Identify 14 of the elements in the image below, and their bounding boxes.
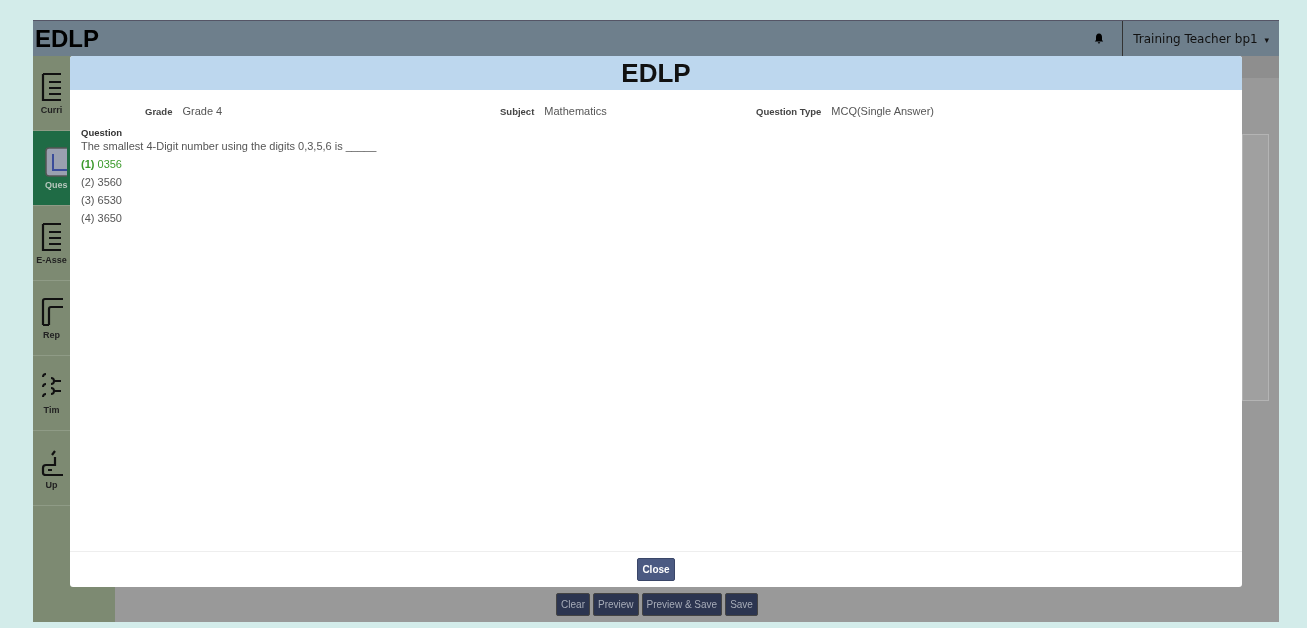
field-label: Subject bbox=[500, 106, 535, 117]
answer-option: (2) 3560 bbox=[81, 176, 1231, 188]
field-value: Mathematics bbox=[544, 105, 607, 117]
field-label: Grade bbox=[145, 106, 173, 117]
answer-option: (1) 0356 bbox=[81, 158, 1231, 170]
question-text: The smallest 4-Digit number using the digits 0,3,5,6 is _____ bbox=[81, 140, 378, 152]
field-label: Question Type bbox=[756, 106, 822, 117]
app-logo: EDLP bbox=[35, 24, 100, 53]
dialog-title: EDLP bbox=[621, 57, 691, 89]
field-value: Grade 4 bbox=[182, 105, 223, 117]
answer-option: (3) 6530 bbox=[81, 194, 1231, 206]
question-label: Question bbox=[81, 127, 124, 138]
field-value: MCQ(Single Answer) bbox=[831, 105, 934, 117]
answer-option: (4) 3650 bbox=[81, 212, 1231, 224]
